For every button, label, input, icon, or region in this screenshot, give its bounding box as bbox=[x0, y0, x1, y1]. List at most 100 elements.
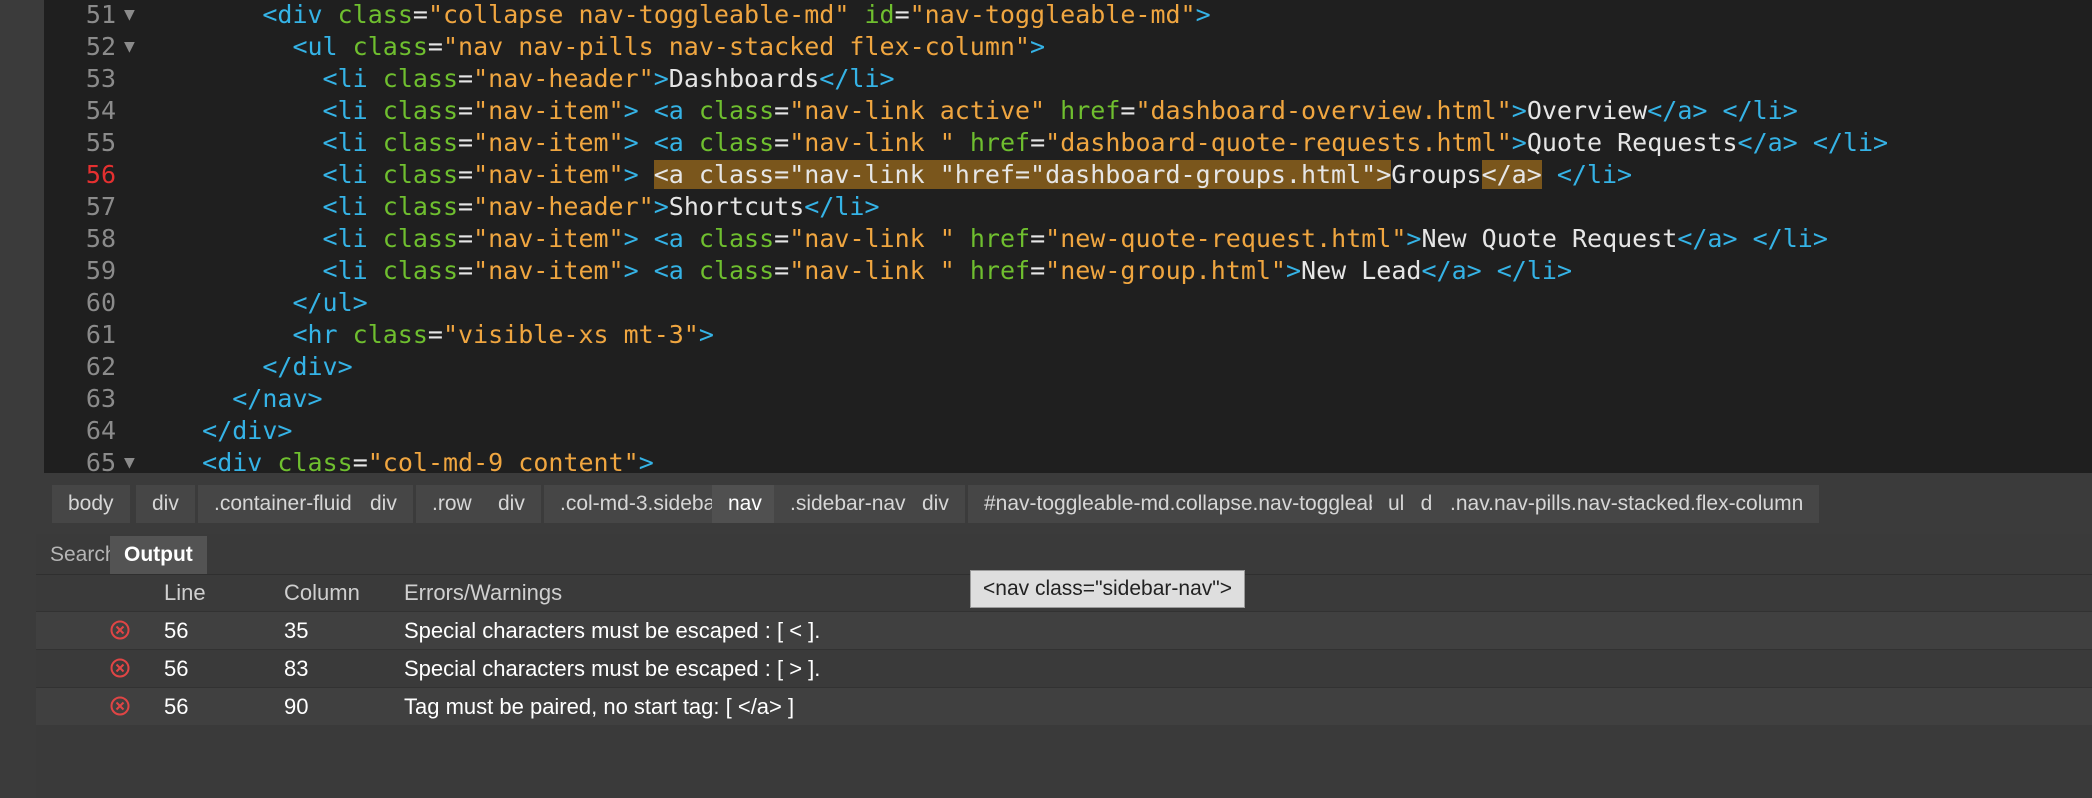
code-token: > bbox=[653, 64, 669, 93]
error-circle-icon bbox=[110, 696, 130, 716]
code-line[interactable]: 55 <li class="nav-item"> <a class="nav-li… bbox=[44, 127, 2092, 159]
code-line[interactable]: 52 ▼ <ul class="nav nav-pills nav-stacked … bbox=[44, 31, 2092, 63]
breadcrumb-item[interactable]: .row bbox=[416, 485, 488, 523]
code-token: Dashboards bbox=[668, 64, 820, 93]
code-token: = bbox=[412, 0, 428, 29]
code-token: href bbox=[969, 128, 1031, 157]
code-token: = bbox=[427, 32, 443, 61]
breadcrumb-item[interactable]: .container-fluid bbox=[198, 485, 368, 523]
code-token: </a> bbox=[1737, 128, 1798, 157]
code-token: "nav-item" bbox=[473, 256, 624, 285]
code-line[interactable]: 65 ▼ <div class="col-md-9 content"> bbox=[44, 447, 2092, 473]
breadcrumb-item[interactable]: .nav.nav-pills.nav-stacked.flex-column bbox=[1434, 485, 1820, 523]
code-token: </ul> bbox=[292, 288, 368, 317]
code-token: "nav-header" bbox=[473, 192, 654, 221]
code-token: </li> bbox=[1752, 224, 1828, 253]
code-token: "collapse nav-toggleable-md" bbox=[427, 0, 850, 29]
code-token: > bbox=[1195, 0, 1211, 29]
error-row[interactable]: 56 35 Special characters must be escaped :… bbox=[36, 611, 2092, 649]
column-header-column[interactable]: Column bbox=[284, 575, 360, 611]
code-token: </div> bbox=[202, 416, 293, 445]
breadcrumb-item[interactable]: div bbox=[136, 485, 195, 523]
code-token: "nav-item" bbox=[473, 224, 624, 253]
code-editor[interactable]: 51 ▼ <div class="collapse nav-toggleable-m… bbox=[44, 0, 2092, 473]
breadcrumb-item[interactable]: ul bbox=[1372, 485, 1421, 523]
code-token: "nav-link active" bbox=[789, 96, 1046, 125]
code-line[interactable]: 61 <hr class="visible-xs mt-3"> bbox=[44, 319, 2092, 351]
code-text: <hr class="visible-xs mt-3"> bbox=[292, 319, 713, 351]
code-token: <li bbox=[322, 256, 368, 285]
code-token: "col-md-9 content" bbox=[367, 448, 639, 473]
code-line[interactable]: 63 </nav> bbox=[44, 383, 2092, 415]
code-token: </li> bbox=[1722, 96, 1798, 125]
code-token: <hr bbox=[292, 320, 338, 349]
code-line[interactable]: 53 <li class="nav-header">Dashboards</li> bbox=[44, 63, 2092, 95]
fold-arrow-icon[interactable]: ▼ bbox=[124, 447, 135, 473]
code-token: <li bbox=[322, 192, 368, 221]
breadcrumb-item[interactable]: .sidebar-nav bbox=[774, 485, 922, 523]
code-token: </li> bbox=[804, 192, 880, 221]
code-line[interactable]: 64 </div> bbox=[44, 415, 2092, 447]
line-number: 53 bbox=[85, 64, 116, 93]
code-token: "dashboard-quote-requests.html" bbox=[1045, 128, 1512, 157]
breadcrumb-item[interactable]: .col-md-3.sidebar bbox=[544, 485, 739, 523]
breadcrumb-item[interactable]: div bbox=[906, 485, 965, 523]
code-line[interactable]: 60 </ul> bbox=[44, 287, 2092, 319]
code-token: class bbox=[698, 256, 775, 285]
code-line[interactable]: 58 <li class="nav-item"> <a class="nav-li… bbox=[44, 223, 2092, 255]
code-token: class bbox=[382, 128, 459, 157]
fold-arrow-icon[interactable]: ▼ bbox=[124, 31, 135, 63]
code-token: > bbox=[623, 224, 639, 253]
error-row[interactable]: 56 90 Tag must be paired, no start tag: [ … bbox=[36, 687, 2092, 725]
code-token: > bbox=[638, 448, 654, 473]
breadcrumb-item[interactable]: nav bbox=[712, 485, 778, 523]
code-token: <li bbox=[322, 128, 368, 157]
error-row[interactable]: 56 83 Special characters must be escaped :… bbox=[36, 649, 2092, 687]
code-token: "nav-link " bbox=[789, 256, 955, 285]
code-line[interactable]: 54 <li class="nav-item"> <a class="nav-li… bbox=[44, 95, 2092, 127]
code-token: > bbox=[623, 160, 639, 189]
line-number: 54 bbox=[85, 96, 116, 125]
code-line[interactable]: 56 <li class="nav-item"> <a class="nav-li… bbox=[44, 159, 2092, 191]
column-header-errors-warnings[interactable]: Errors/Warnings bbox=[404, 575, 562, 611]
error-line: 56 bbox=[164, 656, 189, 681]
code-line[interactable]: 62 </div> bbox=[44, 351, 2092, 383]
breadcrumb-item[interactable]: body bbox=[52, 485, 130, 523]
breadcrumb-item[interactable]: div bbox=[482, 485, 541, 523]
fold-arrow-icon[interactable]: ▼ bbox=[124, 0, 135, 31]
line-number: 58 bbox=[85, 224, 116, 253]
code-token: <ul bbox=[292, 32, 338, 61]
code-line[interactable]: 51 ▼ <div class="collapse nav-toggleable-m… bbox=[44, 0, 2092, 31]
code-text: <div class="col-md-9 content"> bbox=[202, 447, 654, 473]
code-token: "nav-header" bbox=[473, 64, 654, 93]
code-token: </div> bbox=[262, 352, 353, 381]
breadcrumb-item[interactable]: div bbox=[354, 485, 413, 523]
column-header-line[interactable]: Line bbox=[164, 575, 206, 611]
code-token: = bbox=[458, 224, 474, 253]
line-number: 64 bbox=[85, 416, 116, 445]
code-token: = bbox=[352, 448, 368, 473]
tab-output[interactable]: Output bbox=[110, 536, 207, 574]
code-token: = bbox=[458, 96, 474, 125]
code-line[interactable]: 59 <li class="nav-item"> <a class="nav-li… bbox=[44, 255, 2092, 287]
code-line[interactable]: 57 <li class="nav-header">Shortcuts</li> bbox=[44, 191, 2092, 223]
code-token: "dashboard-overview.html" bbox=[1135, 96, 1512, 125]
code-token: class bbox=[352, 32, 428, 61]
code-token: Overview bbox=[1526, 96, 1648, 125]
